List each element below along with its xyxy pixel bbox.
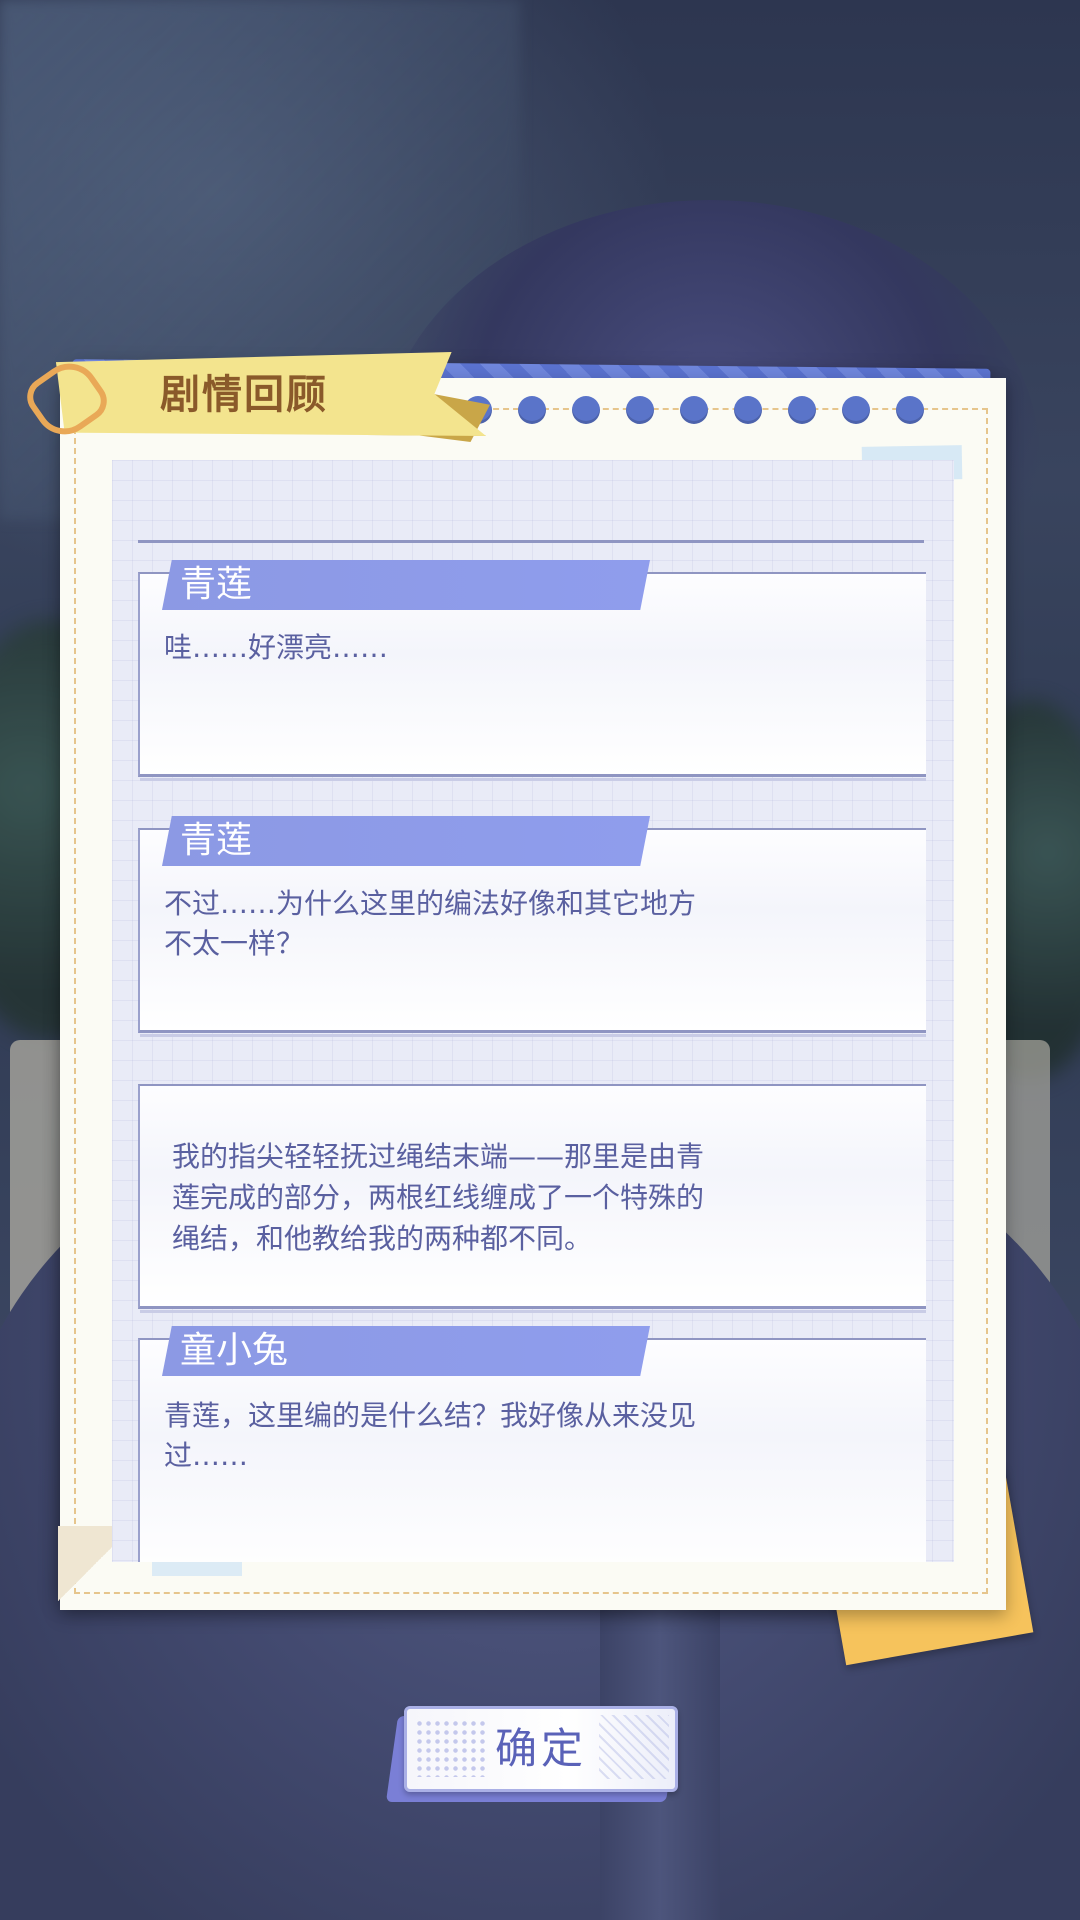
binder-hole — [572, 396, 600, 424]
binder-hole — [518, 396, 546, 424]
log-entry-narration: 我的指尖轻轻抚过绳结末端——那里是由青 莲完成的部分，两根红线缠成了一个特殊的 … — [138, 1084, 926, 1313]
binder-hole — [842, 396, 870, 424]
divider — [138, 540, 924, 543]
log-entry: 青莲 不过……为什么这里的编法好像和其它地方 不太一样？ — [138, 816, 926, 1037]
dialogue-log-scroll[interactable]: 青莲 哇……好漂亮…… 青莲 不过……为什么这里的编法好像和其它地方 不太一样？… — [112, 460, 954, 1562]
panel-title: 剧情回顾 — [160, 372, 328, 418]
speaker-name: 童小兔 — [180, 1330, 289, 1371]
binder-hole — [788, 396, 816, 424]
narration-text: 我的指尖轻轻抚过绳结末端——那里是由青 莲完成的部分，两根红线缠成了一个特殊的 … — [172, 1140, 705, 1255]
binder-hole — [626, 396, 654, 424]
log-entry: 童小兔 青莲，这里编的是什么结？我好像从来没见 过…… — [138, 1326, 926, 1562]
binder-hole — [896, 396, 924, 424]
log-entry: 青莲 哇……好漂亮…… — [138, 560, 926, 781]
dialogue-text: 不过……为什么这里的编法好像和其它地方 不太一样？ — [164, 887, 697, 960]
speaker-name: 青莲 — [180, 564, 253, 605]
confirm-button[interactable]: 确定 — [404, 1706, 678, 1792]
dialogue-text: 哇……好漂亮…… — [164, 631, 389, 664]
binder-hole — [680, 396, 708, 424]
dialogue-text: 青莲，这里编的是什么结？我好像从来没见 过…… — [164, 1399, 697, 1472]
confirm-button-label: 确定 — [494, 1724, 587, 1773]
binder-hole — [734, 396, 762, 424]
speaker-name: 青莲 — [180, 820, 253, 861]
binder-holes — [464, 396, 924, 424]
